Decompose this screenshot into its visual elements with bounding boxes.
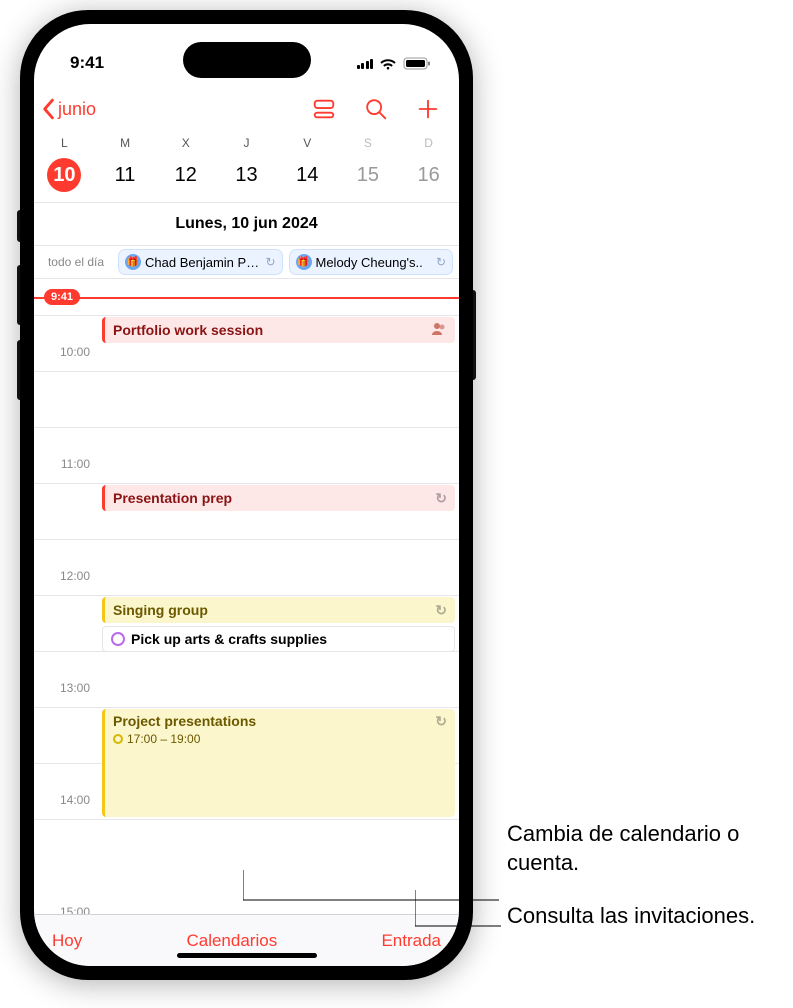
- nav-bar: junio: [34, 84, 459, 134]
- reminder-block[interactable]: Pick up arts & crafts supplies: [102, 626, 455, 652]
- calendars-button[interactable]: Calendarios: [186, 931, 277, 951]
- event-block[interactable]: Project presentations ↻ 17:00 – 19:00: [102, 709, 455, 817]
- day-button[interactable]: 13: [216, 158, 277, 192]
- date-title: Lunes, 10 jun 2024: [34, 203, 459, 245]
- event-time: 17:00 – 19:00: [127, 732, 200, 746]
- list-view-icon[interactable]: [311, 96, 337, 122]
- reminder-ring-icon: [111, 632, 125, 646]
- hour-label: 13:00: [34, 681, 90, 695]
- callout-text: Cambia de calendario o cuenta.: [507, 820, 773, 877]
- event-title: Project presentations: [113, 713, 256, 730]
- all-day-label: todo el día: [34, 255, 112, 269]
- side-button: [17, 210, 20, 242]
- recurrence-icon: ↻: [435, 713, 447, 730]
- phone-screen: 9:41 junio L M X: [34, 24, 459, 966]
- event-title: Portfolio work session: [113, 322, 263, 338]
- now-indicator: [34, 297, 459, 299]
- gift-icon: 🎁: [296, 254, 312, 270]
- home-indicator[interactable]: [177, 953, 317, 958]
- today-button[interactable]: Hoy: [52, 931, 82, 951]
- recurrence-icon: ↻: [435, 602, 447, 619]
- event-block[interactable]: Presentation prep ↻: [102, 485, 455, 511]
- weekday-label: V: [277, 136, 338, 150]
- chevron-left-icon: [40, 98, 56, 120]
- add-icon[interactable]: [415, 96, 441, 122]
- day-button[interactable]: 11: [95, 158, 156, 192]
- hour-label: 14:00: [34, 793, 90, 807]
- recurrence-icon: ↻: [435, 490, 447, 507]
- all-day-row: todo el día 🎁 Chad Benjamin P… ↻ 🎁 Melod…: [34, 245, 459, 279]
- people-icon: [431, 322, 447, 339]
- hour-label: 12:00: [34, 569, 90, 583]
- all-day-event[interactable]: 🎁 Chad Benjamin P… ↻: [118, 249, 283, 275]
- event-title: Pick up arts & crafts supplies: [131, 631, 327, 647]
- wifi-icon: [379, 57, 397, 70]
- hour-label: 10:00: [34, 345, 90, 359]
- event-title: Singing group: [113, 602, 208, 618]
- event-block[interactable]: Singing group ↻: [102, 597, 455, 623]
- now-time-pill: 9:41: [44, 289, 80, 305]
- weekday-label: J: [216, 136, 277, 150]
- clock-icon: [113, 734, 123, 744]
- day-button[interactable]: 14: [277, 158, 338, 192]
- weekday-label: S: [338, 136, 399, 150]
- event-title: Presentation prep: [113, 490, 232, 506]
- hour-label: 15:00: [34, 905, 90, 914]
- event-title: Melody Cheung's..: [316, 255, 423, 270]
- day-button[interactable]: 15: [338, 158, 399, 192]
- cellular-icon: [357, 57, 374, 69]
- side-button: [473, 290, 476, 380]
- weekday-label: L: [34, 136, 95, 150]
- timeline[interactable]: 9:41 10:00 11:00 12:00 13:00 14:00 15:00…: [34, 279, 459, 914]
- weekday-label: X: [155, 136, 216, 150]
- event-title: Chad Benjamin P…: [145, 255, 259, 270]
- battery-icon: [403, 57, 431, 70]
- day-button[interactable]: 16: [398, 158, 459, 192]
- dynamic-island: [183, 42, 311, 78]
- status-time: 9:41: [70, 53, 104, 73]
- search-icon[interactable]: [363, 96, 389, 122]
- phone-frame: 9:41 junio L M X: [20, 10, 473, 980]
- calendar-toolbar: Hoy Calendarios Entrada: [34, 914, 459, 966]
- all-day-event[interactable]: 🎁 Melody Cheung's.. ↻: [289, 249, 454, 275]
- weekday-row: L M X J V S D: [34, 134, 459, 152]
- back-label: junio: [58, 99, 96, 120]
- day-button[interactable]: 12: [155, 158, 216, 192]
- weekday-label: D: [398, 136, 459, 150]
- side-button: [17, 340, 20, 400]
- recurrence-icon: ↻: [265, 255, 275, 269]
- day-button[interactable]: 10: [34, 158, 95, 192]
- weekday-numbers: 10 11 12 13 14 15 16: [34, 152, 459, 202]
- gift-icon: 🎁: [125, 254, 141, 270]
- inbox-button[interactable]: Entrada: [381, 931, 441, 951]
- callout-text: Consulta las invitaciones.: [507, 902, 755, 931]
- hour-label: 11:00: [34, 457, 90, 471]
- side-button: [17, 265, 20, 325]
- back-button[interactable]: junio: [40, 98, 311, 120]
- weekday-label: M: [95, 136, 156, 150]
- event-block[interactable]: Portfolio work session: [102, 317, 455, 343]
- recurrence-icon: ↻: [436, 255, 446, 269]
